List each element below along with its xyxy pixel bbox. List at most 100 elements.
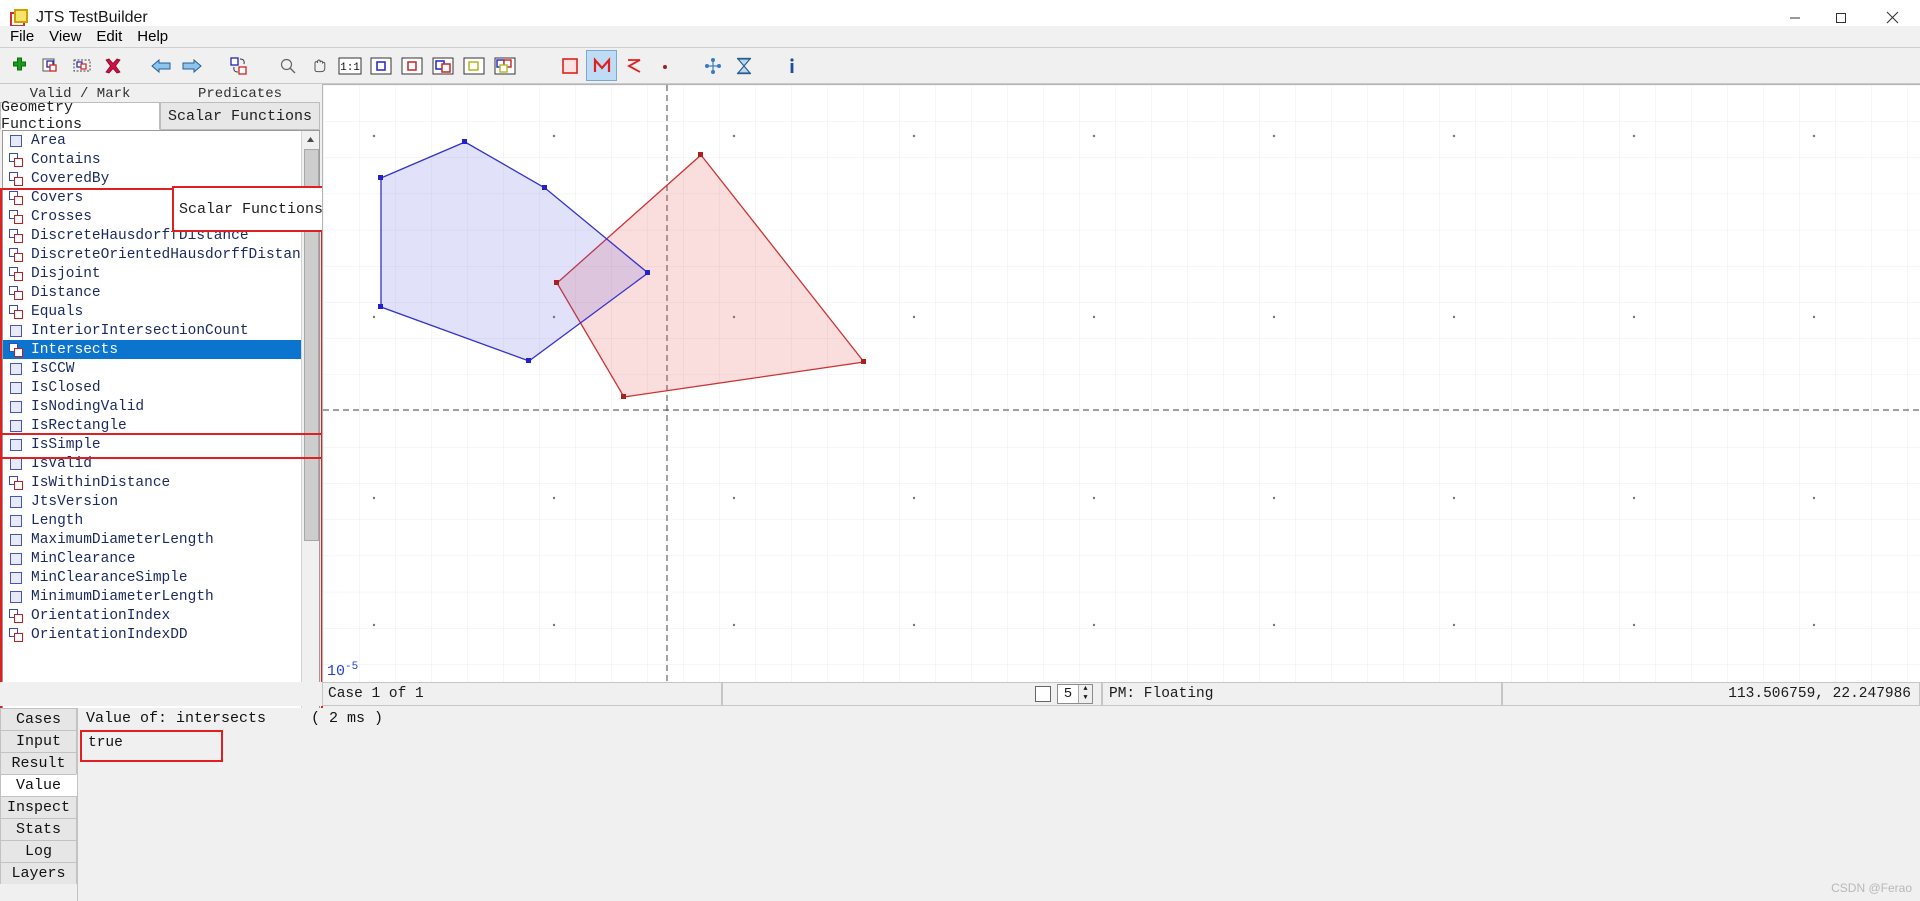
menu-item-help[interactable]: Help [130, 27, 175, 46]
status-spinner-arrows[interactable]: ▲ ▼ [1078, 685, 1092, 703]
tab-geometry-functions[interactable]: Geometry Functions [0, 99, 160, 133]
status-spinner-value[interactable]: 5 [1058, 685, 1078, 703]
bottom-tab-value[interactable]: Value [0, 774, 77, 796]
function-list-item-label: Covers [31, 189, 84, 206]
spinner-down-icon[interactable]: ▼ [1079, 694, 1092, 703]
function-list-item-label: IsWithinDistance [31, 474, 171, 491]
show-dot-icon[interactable] [650, 51, 679, 80]
forward-arrow-icon[interactable] [177, 51, 206, 80]
function-list-item[interactable]: OrientationIndex [3, 606, 301, 625]
function-list-item[interactable]: Crosses [3, 207, 301, 226]
status-checkbox[interactable] [1035, 686, 1051, 702]
function-list-item[interactable]: DiscreteOrientedHausdorffDistance [3, 245, 301, 264]
panel-function-tabs: Geometry Functions Scalar Functions [0, 99, 320, 133]
single-geometry-icon [9, 590, 26, 604]
bottom-tab-inspect[interactable]: Inspect [0, 796, 77, 818]
function-list-item[interactable]: IsCCW [3, 359, 301, 378]
hourglass-icon[interactable] [729, 51, 758, 80]
zoom-to-both-icon[interactable] [428, 51, 457, 80]
show-vertices-icon[interactable] [619, 51, 648, 80]
menu-item-file[interactable]: File [3, 27, 41, 46]
value-output[interactable]: true [80, 730, 223, 762]
function-list-item[interactable]: CoveredBy [3, 169, 301, 188]
function-list-item[interactable]: Equals [3, 302, 301, 321]
function-list-item[interactable]: Area [3, 131, 301, 150]
bottom-tab-log[interactable]: Log [0, 840, 77, 862]
function-list-item[interactable]: MinClearanceSimple [3, 568, 301, 587]
dual-geometry-icon [9, 304, 26, 319]
zoom-all-icon[interactable] [490, 51, 519, 80]
function-list-item-label: Crosses [31, 208, 92, 225]
function-list-item-label: IsNodingValid [31, 398, 145, 415]
function-list-scrollbar[interactable] [301, 131, 319, 731]
function-list-item-label: JtsVersion [31, 493, 119, 510]
status-case: Case 1 of 1 [322, 682, 722, 706]
function-list[interactable]: Area Contains CoveredBy Covers Crosses Discre… [2, 130, 320, 732]
function-list-item-label: OrientationIndexDD [31, 626, 188, 643]
function-list-item[interactable]: IsRectangle [3, 416, 301, 435]
function-list-items[interactable]: Area Contains CoveredBy Covers Crosses Discre… [3, 131, 301, 731]
zoom-to-result-icon[interactable] [459, 51, 488, 80]
menu-item-edit[interactable]: Edit [89, 27, 129, 46]
show-magnitude-icon[interactable] [586, 50, 617, 81]
function-list-item[interactable]: Distance [3, 283, 301, 302]
zoom-to-red-icon[interactable] [397, 51, 426, 80]
bottom-tab-result[interactable]: Result [0, 752, 77, 774]
function-list-item[interactable]: IsClosed [3, 378, 301, 397]
status-spinner[interactable]: 5 ▲ ▼ [1057, 684, 1093, 704]
function-list-item[interactable]: OrientationIndexDD [3, 625, 301, 644]
function-list-item[interactable]: Contains [3, 150, 301, 169]
function-list-item[interactable]: IsSimple [3, 435, 301, 454]
single-geometry-icon [9, 457, 26, 471]
geometry-canvas-svg[interactable] [323, 85, 1920, 682]
function-list-item[interactable]: Disjoint [3, 264, 301, 283]
function-list-item-label: Area [31, 132, 66, 149]
function-list-item[interactable]: IsWithinDistance [3, 473, 301, 492]
function-list-item[interactable]: MinimumDiameterLength [3, 587, 301, 606]
function-list-item[interactable]: IsNodingValid [3, 397, 301, 416]
function-list-item[interactable]: InteriorIntersectionCount [3, 321, 301, 340]
function-list-item[interactable]: MinClearance [3, 549, 301, 568]
jts-testbuilder-window: JTS TestBuilder File View Edit Help 1:1 … [0, 0, 1920, 901]
bottom-tab-cases[interactable]: Cases [0, 708, 77, 730]
function-list-item[interactable]: Covers [3, 188, 301, 207]
function-list-item[interactable]: JtsVersion [3, 492, 301, 511]
single-geometry-icon [9, 533, 26, 547]
scrollbar-thumb[interactable] [304, 149, 319, 541]
function-list-item[interactable]: Intersects [3, 340, 301, 359]
bottom-tab-input[interactable]: Input [0, 730, 77, 752]
status-bar: Case 1 of 1 5 ▲ ▼ PM: Floating 113.50675… [0, 682, 1920, 706]
spinner-up-icon[interactable]: ▲ [1079, 685, 1092, 694]
delete-icon[interactable] [98, 51, 127, 80]
dual-geometry-icon [9, 608, 26, 623]
bottom-tab-list[interactable]: Cases Input Result Value Inspect Stats Log Laye… [0, 708, 77, 901]
function-list-item[interactable]: DiscreteHausdorffDistance [3, 226, 301, 245]
pan-icon[interactable] [304, 51, 333, 80]
select-icon[interactable] [67, 51, 96, 80]
menu-item-view[interactable]: View [42, 27, 88, 46]
zoom-icon[interactable] [273, 51, 302, 80]
copy-icon[interactable] [36, 51, 65, 80]
bottom-tab-stats[interactable]: Stats [0, 818, 77, 840]
bottom-tab-layers[interactable]: Layers [0, 862, 77, 884]
function-list-item-label: DiscreteHausdorffDistance [31, 227, 249, 244]
tab-scalar-functions[interactable]: Scalar Functions [160, 102, 320, 130]
function-list-item[interactable]: Length [3, 511, 301, 530]
zoom-to-blue-icon[interactable] [366, 51, 395, 80]
back-arrow-icon[interactable] [146, 51, 175, 80]
dual-geometry-icon [9, 228, 26, 243]
single-geometry-icon [9, 381, 26, 395]
show-a-icon[interactable] [555, 51, 584, 80]
geometry-canvas[interactable]: 10-5 [322, 84, 1920, 683]
function-list-item[interactable]: IsValid [3, 454, 301, 473]
exchange-icon[interactable] [225, 51, 254, 80]
one-to-one-icon[interactable]: 1:1 [335, 51, 364, 80]
function-list-item-label: IsValid [31, 455, 92, 472]
add-icon[interactable] [5, 51, 34, 80]
function-list-item-label: CoveredBy [31, 170, 110, 187]
info-icon[interactable] [777, 51, 806, 80]
function-list-item-label: Equals [31, 303, 84, 320]
move-icon[interactable] [698, 51, 727, 80]
function-list-item[interactable]: MaximumDiameterLength [3, 530, 301, 549]
scroll-up-icon[interactable] [302, 131, 319, 148]
